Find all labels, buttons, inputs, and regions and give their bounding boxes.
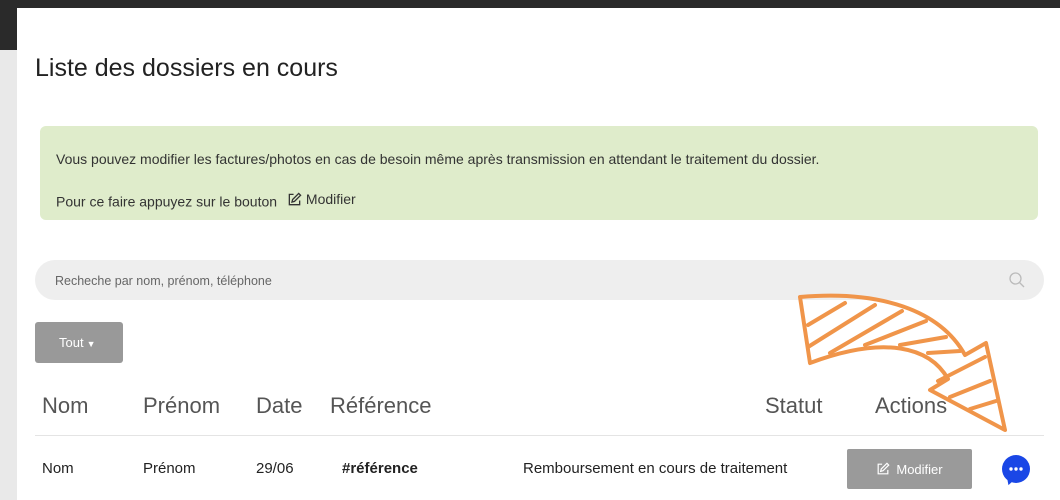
edit-icon <box>877 462 890 475</box>
search-bar <box>35 260 1044 302</box>
filter-label: Tout <box>59 335 84 350</box>
filter-dropdown-button[interactable]: Tout ▼ <box>35 322 123 363</box>
chat-bubble-icon <box>1009 467 1023 471</box>
left-edge-panel <box>0 0 17 500</box>
chat-button[interactable] <box>1002 455 1030 483</box>
table-divider <box>35 435 1044 436</box>
cell-prenom: Prénom <box>143 460 196 477</box>
top-bar <box>0 0 1060 8</box>
info-notice: Vous pouvez modifier les factures/photos… <box>40 126 1038 220</box>
page-title: Liste des dossiers en cours <box>35 54 338 82</box>
column-header-prenom: Prénom <box>143 393 221 418</box>
notice-modify-reference: Modifier <box>287 190 356 208</box>
cell-date: 29/06 <box>256 460 294 477</box>
search-icon[interactable] <box>1008 271 1026 289</box>
modify-button[interactable]: Modifier <box>847 449 972 489</box>
notice-modify-label: Modifier <box>305 191 356 207</box>
column-header-date: Date <box>256 393 303 418</box>
edit-icon <box>288 191 302 205</box>
column-header-statut: Statut <box>765 393 823 418</box>
cell-reference: #référence <box>342 460 418 477</box>
cell-nom: Nom <box>42 460 74 477</box>
notice-line-2: Pour ce faire appuyez sur le bouton Modi… <box>56 190 1038 211</box>
modify-button-label: Modifier <box>896 461 943 477</box>
search-input[interactable] <box>53 260 997 302</box>
column-header-nom: Nom <box>42 393 89 418</box>
curved-arrow-icon <box>798 293 1007 432</box>
column-header-actions: Actions <box>875 393 948 418</box>
left-edge-dark <box>0 0 17 50</box>
cell-statut: Remboursement en cours de traitement <box>523 460 788 477</box>
column-header-reference: Référence <box>330 393 432 418</box>
notice-line-2-text: Pour ce faire appuyez sur le bouton <box>56 193 278 210</box>
caret-down-icon: ▼ <box>86 339 96 349</box>
notice-line-1: Vous pouvez modifier les factures/photos… <box>56 151 820 167</box>
